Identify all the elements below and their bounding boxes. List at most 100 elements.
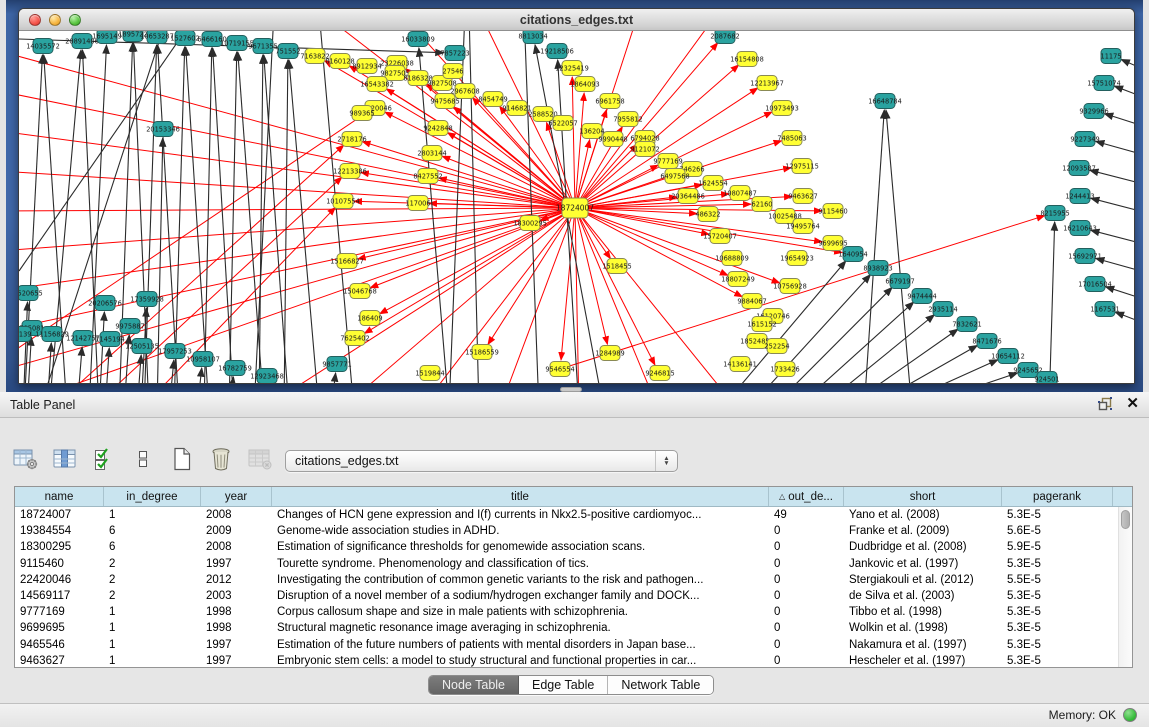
graph-node[interactable]: 7857223 [440, 46, 469, 61]
graph-node[interactable]: 15692971 [1068, 249, 1102, 264]
table-row[interactable]: 1830029562008Estimation of significance … [15, 539, 1132, 555]
graph-node[interactable]: 7955812 [613, 112, 642, 127]
column-header-in_degree[interactable]: in_degree [104, 487, 201, 506]
table-cell[interactable]: Structural magnetic resonance image aver… [272, 620, 769, 636]
table-cell[interactable]: 9777169 [15, 604, 104, 620]
tab-node-table[interactable]: Node Table [429, 676, 519, 694]
graph-node[interactable]: 486322 [695, 207, 720, 222]
graph-node[interactable]: 989365 [349, 106, 374, 121]
table-cell[interactable]: Wolkin et al. (1998) [844, 620, 1002, 636]
network-view-window[interactable]: citations_edges.txt 18724007716382281601… [18, 8, 1135, 384]
graph-node[interactable]: 17016504 [1078, 277, 1112, 292]
table-cell[interactable]: Tibbo et al. (1998) [844, 604, 1002, 620]
graph-node[interactable]: 18807249 [721, 272, 755, 287]
table-cell[interactable]: 2003 [201, 588, 272, 604]
graph-node[interactable]: 16782759 [218, 361, 252, 376]
table-cell[interactable]: 1997 [201, 653, 272, 669]
table-cell[interactable]: Corpus callosum shape and size in male p… [272, 604, 769, 620]
column-header-short[interactable]: short [844, 487, 1002, 506]
graph-node[interactable]: 8813034 [518, 31, 547, 44]
table-cell[interactable]: 0 [769, 653, 844, 669]
graph-node[interactable]: 10653287 [140, 31, 174, 44]
graph-node[interactable]: 9121072 [630, 142, 659, 157]
graph-node[interactable]: 9329966 [1079, 104, 1108, 119]
graph-node[interactable]: 2935114 [928, 302, 957, 317]
table-cell[interactable]: Jankovic et al. (1997) [844, 556, 1002, 572]
graph-node[interactable]: 751552 [275, 44, 300, 59]
graph-node[interactable]: 19654923 [780, 251, 814, 266]
select-rows-button[interactable] [90, 446, 118, 472]
tab-network-table[interactable]: Network Table [608, 676, 713, 694]
table-cell[interactable]: Estimation of the future numbers of pati… [272, 637, 769, 653]
table-row[interactable]: 977716911998Corpus callosum shape and si… [15, 604, 1132, 620]
table-cell[interactable]: 9699695 [15, 620, 104, 636]
table-cell[interactable]: 18300295 [15, 539, 104, 555]
table-cell[interactable]: 5.3E-5 [1002, 507, 1113, 523]
table-cell[interactable]: 1 [104, 637, 201, 653]
graph-node[interactable]: 6961758 [595, 94, 624, 109]
table-row[interactable]: 1872400712008Changes of HCN gene express… [15, 507, 1132, 523]
graph-node[interactable]: 12213967 [750, 76, 784, 91]
row-height-button[interactable] [129, 446, 157, 472]
table-cell[interactable]: 5.3E-5 [1002, 556, 1113, 572]
column-header-year[interactable]: year [201, 487, 272, 506]
table-cell[interactable]: 0 [769, 523, 844, 539]
network-window-titlebar[interactable]: citations_edges.txt [19, 9, 1134, 31]
table-cell[interactable]: de Silva et al. (2003) [844, 588, 1002, 604]
graph-node[interactable]: 9115460 [818, 204, 847, 219]
table-cell[interactable]: 0 [769, 539, 844, 555]
graph-node[interactable]: 7485063 [777, 131, 806, 146]
table-cell[interactable]: 0 [769, 588, 844, 604]
graph-node[interactable]: 16648784 [868, 94, 902, 109]
graph-node[interactable]: 1284989 [595, 346, 624, 361]
delete-columns-button[interactable] [207, 446, 235, 472]
graph-node[interactable]: 12975115 [785, 159, 819, 174]
table-cell[interactable]: Estimation of significance thresholds fo… [272, 539, 769, 555]
table-cell[interactable]: 2008 [201, 507, 272, 523]
graph-node[interactable]: 1519844 [415, 366, 444, 381]
table-row[interactable]: 946554611997Estimation of the future num… [15, 637, 1132, 653]
table-cell[interactable]: Tourette syndrome. Phenomenology and cla… [272, 556, 769, 572]
table-cell[interactable]: 1998 [201, 604, 272, 620]
graph-node[interactable]: 9857771 [322, 357, 351, 372]
table-cell[interactable]: 5.3E-5 [1002, 588, 1113, 604]
table-cell[interactable]: 5.9E-5 [1002, 539, 1113, 555]
table-cell[interactable]: 9115460 [15, 556, 104, 572]
table-cell[interactable]: 1 [104, 604, 201, 620]
graph-node[interactable]: 12093587 [1062, 161, 1096, 176]
graph-node[interactable]: 10654112 [991, 349, 1025, 364]
table-cell[interactable]: 18724007 [15, 507, 104, 523]
column-header-name[interactable]: name [15, 487, 104, 506]
table-cell[interactable]: 9463627 [15, 653, 104, 669]
column-header-pagerank[interactable]: pagerank [1002, 487, 1113, 506]
table-cell[interactable]: Hescheler et al. (1997) [844, 653, 1002, 669]
graph-node[interactable]: 15166827 [330, 254, 364, 269]
table-cell[interactable]: Investigating the contribution of common… [272, 572, 769, 588]
graph-node[interactable]: 9777169 [653, 154, 682, 169]
split-pane-handle[interactable] [560, 387, 582, 392]
graph-node[interactable]: 8912934 [352, 59, 381, 74]
graph-node[interactable]: 1244413 [1065, 189, 1094, 204]
table-cell[interactable]: 1998 [201, 620, 272, 636]
table-cell[interactable]: Embryonic stem cells: a model to study s… [272, 653, 769, 669]
table-cell[interactable]: 6 [104, 523, 201, 539]
graph-node[interactable]: 62160 [752, 197, 773, 212]
graph-node[interactable]: 10688809 [715, 251, 749, 266]
graph-node[interactable]: 27546 [443, 64, 464, 79]
table-cell[interactable]: 5.5E-5 [1002, 572, 1113, 588]
table-cell[interactable]: 0 [769, 572, 844, 588]
graph-node[interactable]: 15046768 [343, 284, 377, 299]
delete-table-button-disabled[interactable] [246, 446, 274, 472]
graph-node[interactable]: 9474444 [907, 289, 936, 304]
graph-node[interactable]: 2520655 [19, 286, 43, 301]
graph-node[interactable]: 15751074 [1087, 76, 1121, 91]
graph-node[interactable]: 10756928 [773, 279, 807, 294]
graph-node[interactable]: 10107554 [326, 194, 360, 209]
table-cell[interactable]: Dudbridge et al. (2008) [844, 539, 1002, 555]
graph-node[interactable]: 15186559 [465, 345, 499, 360]
graph-node[interactable]: 20153346 [146, 122, 180, 137]
graph-node[interactable]: 33139 [19, 327, 31, 342]
table-cell[interactable]: Stergiakouli et al. (2012) [844, 572, 1002, 588]
table-cell[interactable]: 5.3E-5 [1002, 653, 1113, 669]
graph-node[interactable]: 16033809 [401, 32, 435, 47]
